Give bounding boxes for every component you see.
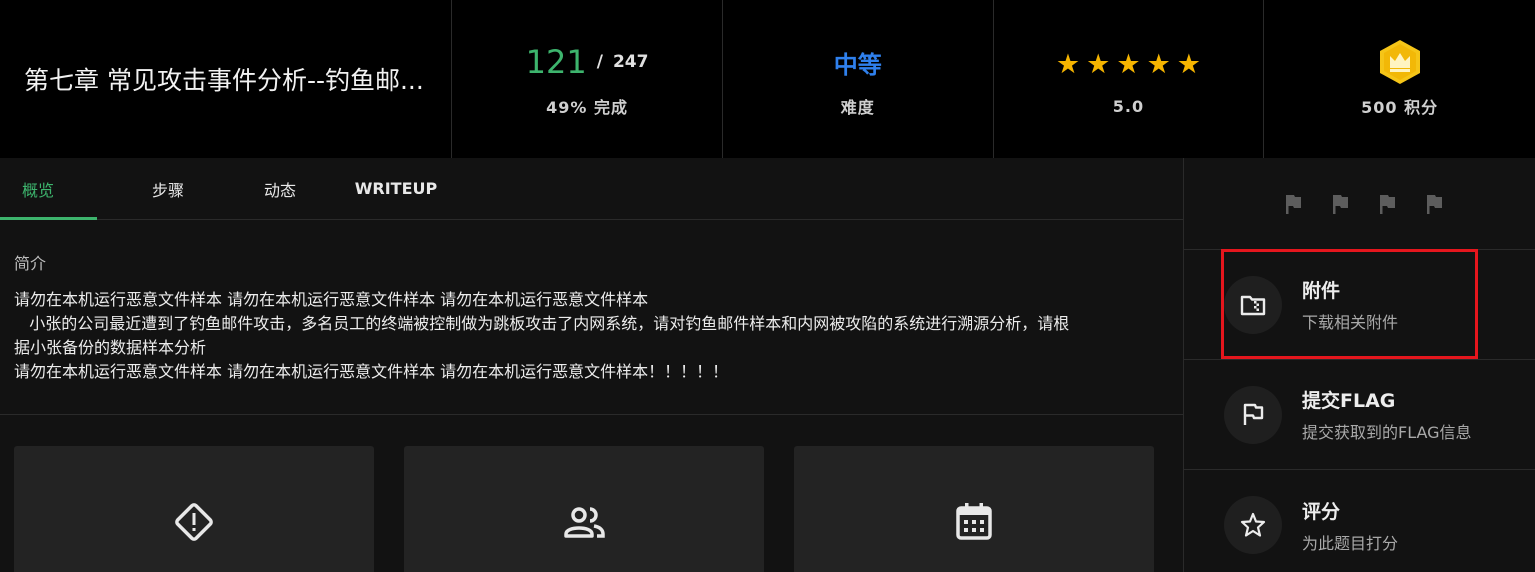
intro-section: 简介 请勿在本机运行恶意文件样本 请勿在本机运行恶意文件样本 请勿在本机运行恶意… <box>0 220 1183 415</box>
info-card-calendar <box>794 446 1154 572</box>
star-outline-icon <box>1240 512 1266 537</box>
difficulty-label: 难度 <box>840 98 875 117</box>
tab-steps[interactable]: 步骤 <box>112 158 224 219</box>
rate-title: 评分 <box>1302 500 1341 523</box>
flag-icon <box>1333 194 1348 214</box>
flag-icon <box>1286 194 1301 214</box>
action-sidebar: 附件 下载相关附件 提交FLAG 提交获取到的FLAG信息 评分 为此题目打分 <box>1183 158 1535 572</box>
crown-badge-icon <box>1379 40 1420 84</box>
flags-progress <box>1184 158 1535 250</box>
rating-stars: ★ ★ ★ ★ ★ <box>1056 51 1201 78</box>
flag-outline-icon <box>1243 403 1264 425</box>
intro-line: 小张的公司最近遭到了钓鱼邮件攻击，多名员工的终端被控制做为跳板攻击了内网系统，请… <box>14 314 1070 333</box>
tab-activity[interactable]: 动态 <box>224 158 336 219</box>
page-title: 第七章 常见攻击事件分析--钓鱼邮... <box>24 66 424 95</box>
points-label: 500 积分 <box>1361 98 1439 117</box>
progress-done: 121 <box>525 43 587 81</box>
attachment-desc: 下载相关附件 <box>1302 313 1399 332</box>
difficulty-cell: 中等 难度 <box>723 0 994 158</box>
folder-icon <box>1240 295 1266 315</box>
progress-counts: 121 / 247 <box>526 40 649 84</box>
flag-icon <box>1380 194 1395 214</box>
progress-total: 247 <box>612 52 649 72</box>
rating-cell: ★ ★ ★ ★ ★ 5.0 <box>994 0 1265 158</box>
intro-line: 请勿在本机运行恶意文件样本 请勿在本机运行恶意文件样本 请勿在本机运行恶意文件样… <box>14 290 649 309</box>
attachment-icon-wrap <box>1224 275 1282 334</box>
rating-value: 5.0 <box>1112 96 1145 116</box>
rate-icon-wrap <box>1224 496 1282 554</box>
users-icon <box>564 507 605 538</box>
difficulty-value: 中等 <box>833 50 882 79</box>
progress-cell: 121 / 247 49% 完成 <box>452 0 723 158</box>
challenge-header: 第七章 常见攻击事件分析--钓鱼邮... 121 / 247 49% 完成 中等… <box>0 0 1535 158</box>
tab-bar: 概览 步骤 动态 WRITEUP <box>0 158 1183 220</box>
title-cell: 第七章 常见攻击事件分析--钓鱼邮... <box>0 0 453 158</box>
attachment-title: 附件 <box>1302 280 1341 302</box>
star-icon: ★ <box>1116 49 1141 80</box>
rate-action[interactable]: 评分 为此题目打分 <box>1184 470 1535 572</box>
progress-label: 49% 完成 <box>546 98 628 117</box>
progress-separator: / <box>596 52 603 72</box>
submit-flag-title: 提交FLAG <box>1302 390 1396 412</box>
calendar-icon <box>956 503 992 540</box>
info-card-users <box>404 446 764 572</box>
points-cell: 500 积分 <box>1264 0 1535 158</box>
star-icon: ★ <box>1055 49 1081 80</box>
star-icon: ★ <box>1086 49 1111 80</box>
tab-writeup[interactable]: WRITEUP <box>336 158 456 219</box>
intro-line: 据小张备份的数据样本分析 <box>14 338 207 357</box>
flag-icon <box>1427 194 1442 214</box>
star-icon: ★ <box>1176 49 1201 80</box>
star-icon: ★ <box>1146 49 1171 80</box>
info-card-warning <box>14 446 374 572</box>
main-panel: 概览 步骤 动态 WRITEUP 简介 请勿在本机运行恶意文件样本 请勿在本机运… <box>0 158 1183 572</box>
submit-flag-desc: 提交获取到的FLAG信息 <box>1302 423 1472 442</box>
attachment-action[interactable]: 附件 下载相关附件 <box>1184 249 1535 360</box>
intro-label: 简介 <box>14 254 47 273</box>
submit-flag-icon-wrap <box>1224 385 1282 444</box>
intro-line: 请勿在本机运行恶意文件样本 请勿在本机运行恶意文件样本 请勿在本机运行恶意文件样… <box>14 362 729 381</box>
submit-flag-action[interactable]: 提交FLAG 提交获取到的FLAG信息 <box>1184 360 1535 470</box>
tab-overview[interactable]: 概览 <box>0 158 112 220</box>
info-cards <box>14 446 1154 572</box>
alert-diamond-icon <box>175 503 213 541</box>
rate-desc: 为此题目打分 <box>1302 533 1399 553</box>
